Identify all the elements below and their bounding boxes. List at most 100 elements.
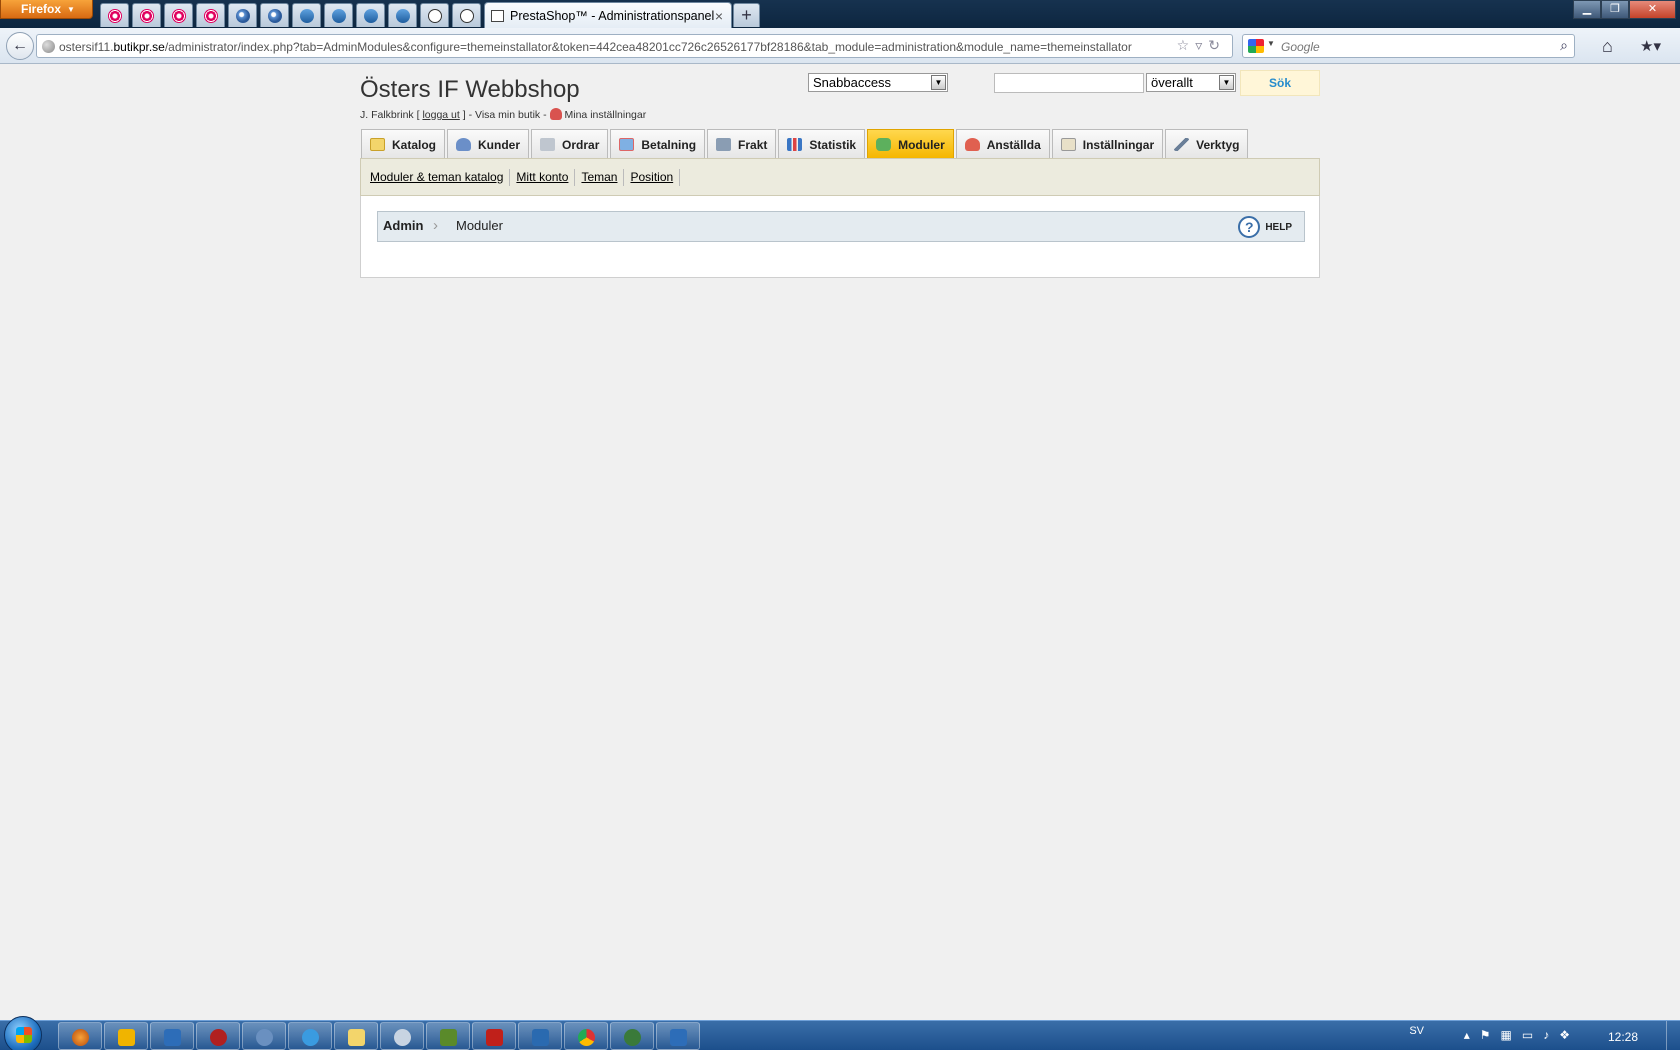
language-indicator[interactable]: SV	[1409, 1025, 1424, 1037]
taskbar-explorer[interactable]	[334, 1022, 378, 1050]
network-icon	[394, 1029, 411, 1046]
browser-search-bar[interactable]: ▼ Google ⌕	[1242, 34, 1575, 58]
subnav-position[interactable]: Position	[624, 168, 681, 186]
browser-tab-active[interactable]: PrestaShop™ - Administrationspanel ×	[484, 2, 732, 28]
app-tab-9[interactable]	[356, 3, 385, 27]
breadcrumb-root[interactable]: Admin	[383, 218, 423, 233]
excel-icon	[440, 1029, 457, 1046]
settings-icon	[1060, 138, 1076, 151]
my-settings-link[interactable]: Mina inställningar	[565, 109, 647, 121]
app-tab-6[interactable]	[260, 3, 289, 27]
globe-icon	[236, 9, 250, 23]
url-path: /administrator/index.php?tab=AdminModule…	[164, 40, 1132, 54]
tab-anstallda[interactable]: Anställda	[955, 129, 1050, 158]
tab-frakt[interactable]: Frakt	[707, 129, 777, 158]
folder-icon	[348, 1029, 365, 1046]
main-tabs: Katalog Kunder Ordrar Betalning Frakt St…	[361, 129, 1250, 158]
bookmarks-menu-button[interactable]: ★▾	[1640, 37, 1661, 55]
reload-icon[interactable]: ↻	[1208, 37, 1226, 53]
app-tab-11[interactable]	[420, 3, 449, 27]
volume-icon[interactable]: ♪	[1543, 1028, 1559, 1042]
taskbar-ie[interactable]	[288, 1022, 332, 1050]
puzzle-icon	[876, 138, 892, 151]
tab-moduler[interactable]: Moduler	[867, 129, 954, 158]
logout-link[interactable]: logga ut	[422, 109, 459, 121]
bookmark-star-icon[interactable]: ☆	[1177, 37, 1196, 53]
tab-verktyg[interactable]: Verktyg	[1165, 129, 1249, 158]
close-icon[interactable]: ×	[715, 8, 723, 24]
app-tab-4[interactable]	[196, 3, 225, 27]
help-icon: ?	[1238, 216, 1261, 238]
taskbar-filezilla[interactable]	[472, 1022, 516, 1050]
speaker-icon	[396, 9, 410, 23]
chevron-up-icon[interactable]: ▴	[1464, 1028, 1480, 1042]
url-bar[interactable]: ostersif11.butikpr.se/administrator/inde…	[36, 34, 1233, 58]
view-shop-link[interactable]: Visa min butik	[475, 109, 540, 121]
taskbar-outlook[interactable]	[104, 1022, 148, 1050]
maximize-button[interactable]: ❐	[1601, 0, 1629, 19]
taskbar-firefox[interactable]	[58, 1022, 102, 1050]
tab-label: Statistik	[809, 138, 857, 152]
tab-kunder[interactable]: Kunder	[447, 129, 530, 158]
app-tab-5[interactable]	[228, 3, 257, 27]
breadcrumb: Admin › Moduler ? HELP	[377, 211, 1305, 242]
tab-installningar[interactable]: Inställningar	[1051, 129, 1164, 158]
quick-access-select[interactable]: Snabbaccess ▼	[808, 73, 948, 92]
new-tab-button[interactable]: +	[733, 3, 760, 27]
chevron-down-icon[interactable]: ▼	[1267, 39, 1275, 48]
tab-label: Verktyg	[1196, 138, 1240, 152]
tab-title: PrestaShop™ - Administrationspanel	[510, 9, 715, 23]
back-button[interactable]: ←	[6, 32, 34, 60]
taskbar-app-4[interactable]	[196, 1022, 240, 1050]
person-icon	[549, 108, 562, 120]
search-scope-select[interactable]: överallt ▼	[1146, 73, 1236, 92]
shop-title: Östers IF Webbshop	[360, 76, 580, 103]
payment-icon	[619, 138, 635, 151]
close-window-button[interactable]: ✕	[1629, 0, 1676, 19]
app-tab-1[interactable]	[100, 3, 129, 27]
start-button[interactable]	[4, 1016, 42, 1050]
home-button[interactable]: ⌂	[1602, 36, 1613, 57]
search-button[interactable]: Sök	[1240, 70, 1320, 96]
tab-betalning[interactable]: Betalning	[610, 129, 706, 158]
app-tab-2[interactable]	[132, 3, 161, 27]
search-icon[interactable]: ⌕	[1560, 37, 1568, 54]
subnav-themes[interactable]: Teman	[575, 168, 625, 186]
dropbox-icon[interactable]: ❖	[1559, 1028, 1580, 1042]
app-tab-7[interactable]	[292, 3, 321, 27]
app-tab-8[interactable]	[324, 3, 353, 27]
folder-icon	[370, 138, 385, 151]
minimize-button[interactable]: ▁	[1573, 0, 1601, 19]
show-desktop-button[interactable]	[1666, 1021, 1680, 1050]
subnav-my-account[interactable]: Mitt konto	[510, 168, 576, 186]
app-tab-3[interactable]	[164, 3, 193, 27]
tab-ordrar[interactable]: Ordrar	[531, 129, 609, 158]
chevron-down-icon: ▼	[931, 75, 946, 90]
taskbar-app-11[interactable]	[518, 1022, 562, 1050]
taskbar-app-14[interactable]	[656, 1022, 700, 1050]
tab-statistik[interactable]: Statistik	[778, 129, 866, 158]
taskbar: SV ▴⚑▦▭♪❖ 12:28	[0, 1016, 1680, 1050]
history-dropdown-icon[interactable]: ▿	[1195, 37, 1208, 53]
taskbar-photoshop[interactable]	[150, 1022, 194, 1050]
help-button[interactable]: ? HELP	[1238, 216, 1292, 238]
app-tab-10[interactable]	[388, 3, 417, 27]
clock[interactable]: 12:28	[1608, 1030, 1638, 1044]
tab-label: Frakt	[738, 138, 768, 152]
window-controls: ▁ ❐ ✕	[1573, 0, 1676, 19]
network-icon[interactable]: ▦	[1501, 1028, 1522, 1042]
taskbar-app-13[interactable]	[610, 1022, 654, 1050]
monitor-icon[interactable]: ▭	[1522, 1028, 1543, 1042]
home-icon: ⌂	[1602, 36, 1613, 56]
tab-katalog[interactable]: Katalog	[361, 129, 446, 158]
taskbar-chrome[interactable]	[564, 1022, 608, 1050]
speaker-icon	[300, 9, 314, 23]
app-tab-12[interactable]	[452, 3, 481, 27]
subnav-modules-themes-catalog[interactable]: Moduler & teman katalog	[364, 168, 511, 186]
taskbar-app-8[interactable]	[380, 1022, 424, 1050]
firefox-menu-button[interactable]: Firefox ▼	[0, 0, 93, 19]
taskbar-app-9[interactable]	[426, 1022, 470, 1050]
admin-search-input[interactable]	[994, 73, 1144, 93]
flag-icon[interactable]: ⚑	[1480, 1028, 1501, 1042]
taskbar-app-5[interactable]	[242, 1022, 286, 1050]
